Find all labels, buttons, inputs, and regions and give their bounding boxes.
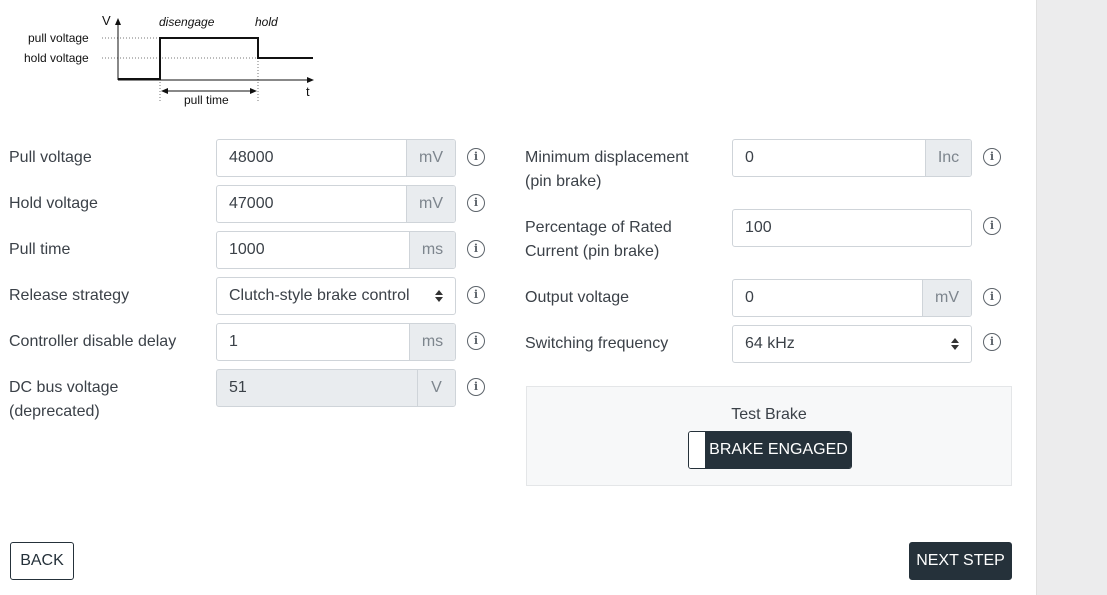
axis-v-label: V [102,13,111,28]
controller-disable-delay-label: Controller disable delay [9,333,177,350]
switching-frequency-info-icon[interactable]: i [983,333,1001,351]
pull-voltage-label: Pull voltage [9,149,92,166]
pull-voltage-value[interactable]: 48000 [217,140,406,176]
pull-time-input[interactable]: 1000 ms [216,231,456,269]
controller-disable-delay-value[interactable]: 1 [217,324,409,360]
minimum-displacement-label-line2: (pin brake) [525,173,602,190]
pull-time-diagram-label: pull time [184,93,229,107]
back-button[interactable]: BACK [10,542,74,580]
pull-time-value[interactable]: 1000 [217,232,409,268]
percentage-rated-current-label-line1: Percentage of Rated [525,219,672,236]
brake-state-label[interactable]: BRAKE ENGAGED [706,432,851,468]
dc-bus-voltage-unit: V [417,370,455,406]
brake-timing-diagram: V t disengage hold pull voltage hold vol… [18,10,328,112]
right-side-strip [1036,0,1107,595]
release-strategy-select[interactable]: Clutch-style brake control [216,277,456,315]
percentage-rated-current-input[interactable]: 100 [732,209,972,247]
switching-frequency-value[interactable]: 64 kHz [733,326,971,362]
percentage-rated-current-label-line2: Current (pin brake) [525,243,660,260]
percentage-rated-current-info-icon[interactable]: i [983,217,1001,235]
next-step-button[interactable]: NEXT STEP [909,542,1012,580]
minimum-displacement-value[interactable]: 0 [733,140,925,176]
minimum-displacement-input[interactable]: 0 Inc [732,139,972,177]
select-caret-icon [951,338,959,350]
hold-voltage-value[interactable]: 47000 [217,186,406,222]
pull-voltage-diagram-label: pull voltage [28,31,89,45]
select-caret-icon [435,290,443,302]
output-voltage-unit: mV [922,280,971,316]
minimum-displacement-label-line1: Minimum displacement [525,149,689,166]
pull-voltage-unit: mV [406,140,455,176]
pull-time-label: Pull time [9,241,71,258]
toggle-knob[interactable] [689,432,706,468]
dc-bus-voltage-input: 51 V [216,369,456,407]
hold-voltage-input[interactable]: 47000 mV [216,185,456,223]
output-voltage-info-icon[interactable]: i [983,288,1001,306]
dc-bus-voltage-value: 51 [229,379,247,396]
hold-phase-label: hold [255,15,278,29]
output-voltage-value[interactable]: 0 [733,280,922,316]
switching-frequency-select[interactable]: 64 kHz [732,325,972,363]
test-brake-panel: Test Brake BRAKE ENGAGED [526,386,1012,486]
release-strategy-info-icon[interactable]: i [467,286,485,304]
axis-t-label: t [306,84,310,99]
test-brake-title: Test Brake [731,406,807,423]
output-voltage-label: Output voltage [525,289,630,306]
percentage-rated-current-label: Percentage of Rated Current (pin brake) [525,216,672,264]
controller-disable-delay-unit: ms [409,324,455,360]
pull-time-unit: ms [409,232,455,268]
switching-frequency-label: Switching frequency [525,335,669,352]
minimum-displacement-label: Minimum displacement (pin brake) [525,146,689,194]
pull-voltage-input[interactable]: 48000 mV [216,139,456,177]
disengage-label: disengage [159,15,215,29]
hold-voltage-info-icon[interactable]: i [467,194,485,212]
output-voltage-input[interactable]: 0 mV [732,279,972,317]
controller-disable-delay-info-icon[interactable]: i [467,332,485,350]
brake-toggle-button[interactable]: BRAKE ENGAGED [688,431,852,469]
release-strategy-value[interactable]: Clutch-style brake control [217,278,455,314]
release-strategy-label: Release strategy [9,287,130,304]
dc-bus-voltage-info-icon[interactable]: i [467,378,485,396]
controller-disable-delay-input[interactable]: 1 ms [216,323,456,361]
hold-voltage-diagram-label: hold voltage [24,51,89,65]
percentage-rated-current-value[interactable]: 100 [733,210,971,246]
hold-voltage-label: Hold voltage [9,195,98,212]
dc-bus-voltage-label: DC bus voltage (deprecated) [9,376,118,424]
pull-time-info-icon[interactable]: i [467,240,485,258]
dc-bus-voltage-label-line1: DC bus voltage [9,379,119,396]
hold-voltage-unit: mV [406,186,455,222]
minimum-displacement-unit: Inc [925,140,971,176]
dc-bus-voltage-label-line2: (deprecated) [9,403,100,420]
pull-voltage-info-icon[interactable]: i [467,148,485,166]
minimum-displacement-info-icon[interactable]: i [983,148,1001,166]
